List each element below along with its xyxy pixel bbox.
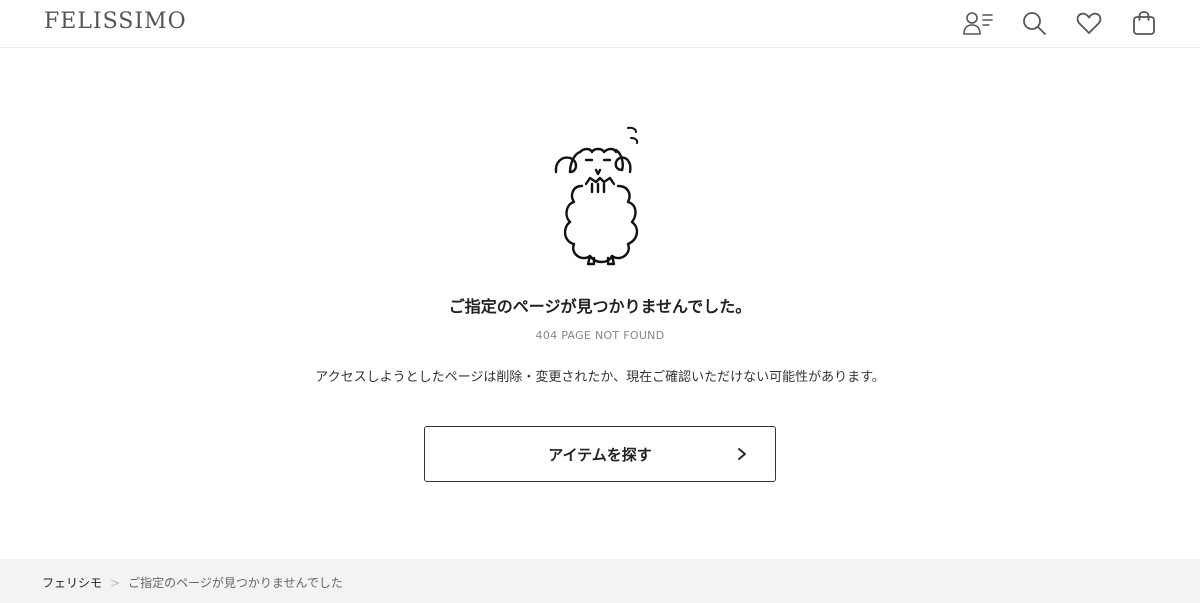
felissimo-logo[interactable]: FELISSIMO bbox=[44, 9, 187, 34]
error-description: アクセスしようとしたページは削除・変更されたか、現在ご確認いただけない可能性があ… bbox=[315, 370, 885, 385]
site-header: FELISSIMO bbox=[0, 0, 1200, 48]
error-title: ご指定のページが見つかりませんでした。 bbox=[448, 297, 752, 316]
breadcrumb-home-link[interactable]: フェリシモ bbox=[42, 574, 102, 591]
search-icon[interactable] bbox=[1018, 8, 1050, 38]
breadcrumb: フェリシモ > ご指定のページが見つかりませんでした bbox=[42, 574, 343, 591]
chevron-right-icon bbox=[738, 448, 746, 460]
sheep-mascot-illustration bbox=[554, 126, 639, 266]
shopping-bag-icon[interactable] bbox=[1128, 8, 1160, 38]
breadcrumb-current: ご指定のページが見つかりませんでした bbox=[128, 576, 343, 590]
account-menu-icon[interactable] bbox=[962, 8, 994, 38]
breadcrumb-bar: フェリシモ > ご指定のページが見つかりませんでした bbox=[0, 559, 1200, 603]
not-found-section: ご指定のページが見つかりませんでした。 404 PAGE NOT FOUND ア… bbox=[0, 49, 1200, 559]
heart-icon[interactable] bbox=[1073, 8, 1105, 38]
breadcrumb-separator: > bbox=[110, 575, 121, 590]
browse-items-label: アイテムを探す bbox=[548, 445, 652, 464]
browse-items-button[interactable]: アイテムを探す bbox=[424, 426, 776, 482]
error-code-subtitle: 404 PAGE NOT FOUND bbox=[535, 329, 665, 342]
